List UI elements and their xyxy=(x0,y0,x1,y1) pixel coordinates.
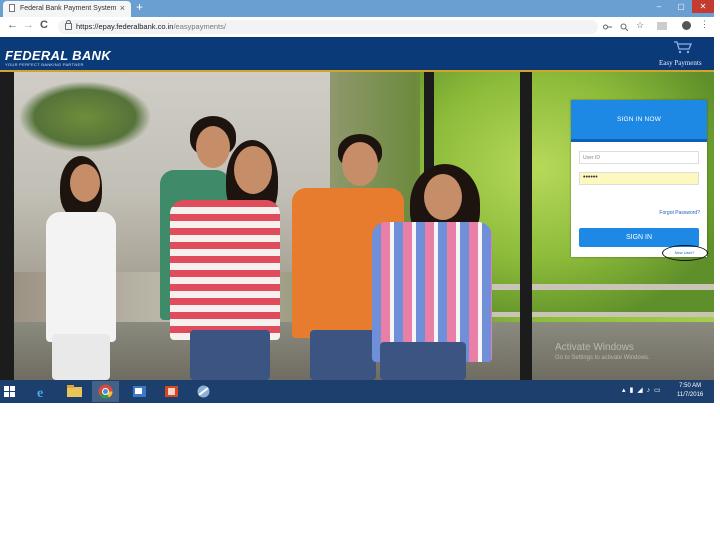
app-icon[interactable] xyxy=(190,381,217,402)
windows-taskbar: e ▴ ▮ ◢ ♪ ▭ 7:50 AM 11/7/2016 xyxy=(0,380,714,403)
signin-panel: SIGN IN NOW User ID •••••• Forgot Passwo… xyxy=(571,100,707,257)
pillar xyxy=(0,72,14,380)
svg-text:e: e xyxy=(37,386,43,401)
product-name: Easy Payments xyxy=(659,59,702,67)
extension-icon[interactable] xyxy=(657,22,667,30)
railing xyxy=(470,312,714,317)
browser-tab-strip: Federal Bank Payment System × + – ▢ ✕ xyxy=(0,0,714,17)
brand-tagline: YOUR PERFECT BANKING PARTNER xyxy=(5,62,84,67)
activate-windows-watermark: Activate Windows Go to Settings to activ… xyxy=(555,342,650,361)
browser-toolbar: ← → C https://epay.federalbank.co.in/eas… xyxy=(0,17,714,38)
profile-avatar[interactable] xyxy=(682,21,691,30)
easy-payments-logo-icon xyxy=(674,41,692,54)
pillar xyxy=(520,72,532,380)
tab-close-icon[interactable]: × xyxy=(120,3,125,13)
powerpoint-icon[interactable] xyxy=(158,381,185,402)
back-button[interactable]: ← xyxy=(7,19,18,31)
new-user-link[interactable]: New User? xyxy=(663,250,706,255)
signin-title: SIGN IN NOW xyxy=(616,116,662,123)
browser-tab[interactable]: Federal Bank Payment System × xyxy=(3,1,131,17)
site-header: FEDERAL BANK YOUR PERFECT BANKING PARTNE… xyxy=(0,37,714,72)
file-explorer-icon[interactable] xyxy=(61,381,88,402)
lock-icon xyxy=(65,20,72,30)
maximize-button[interactable]: ▢ xyxy=(670,0,692,13)
tab-title: Federal Bank Payment System xyxy=(20,5,117,12)
railing xyxy=(470,284,714,290)
forward-button[interactable]: → xyxy=(23,19,34,31)
screenshot: Federal Bank Payment System × + – ▢ ✕ ← … xyxy=(0,0,714,403)
url-text: https://epay.federalbank.co.in/easypayme… xyxy=(76,22,226,31)
page-icon xyxy=(9,4,15,12)
reload-button[interactable]: C xyxy=(40,19,48,31)
brand-logo[interactable]: FEDERAL BANK xyxy=(5,48,111,63)
menu-icon[interactable]: ⋮ xyxy=(700,19,709,30)
outlook-icon[interactable] xyxy=(126,381,153,402)
zoom-icon[interactable] xyxy=(620,23,628,31)
password-input[interactable]: •••••• xyxy=(579,172,699,185)
close-window-button[interactable]: ✕ xyxy=(692,0,714,13)
signin-header: SIGN IN NOW xyxy=(571,100,707,142)
minimize-button[interactable]: – xyxy=(648,0,670,13)
userid-input[interactable]: User ID xyxy=(579,151,699,164)
foliage xyxy=(20,82,150,152)
windows-start-icon[interactable] xyxy=(4,386,16,398)
system-tray-icons[interactable]: ▴ ▮ ◢ ♪ ▭ xyxy=(622,386,662,394)
forgot-password-link[interactable]: Forgot Password? xyxy=(659,210,700,216)
taskbar-clock[interactable]: 7:50 AM 11/7/2016 xyxy=(677,382,703,400)
chrome-icon[interactable] xyxy=(92,381,119,402)
new-user-highlight: New User? xyxy=(662,245,708,261)
address-bar[interactable]: https://epay.federalbank.co.in/easypayme… xyxy=(58,20,644,34)
key-icon[interactable] xyxy=(603,23,612,31)
internet-explorer-icon[interactable]: e xyxy=(30,381,57,402)
bookmark-star-icon[interactable]: ☆ xyxy=(636,20,644,31)
new-tab-button[interactable]: + xyxy=(136,0,143,14)
